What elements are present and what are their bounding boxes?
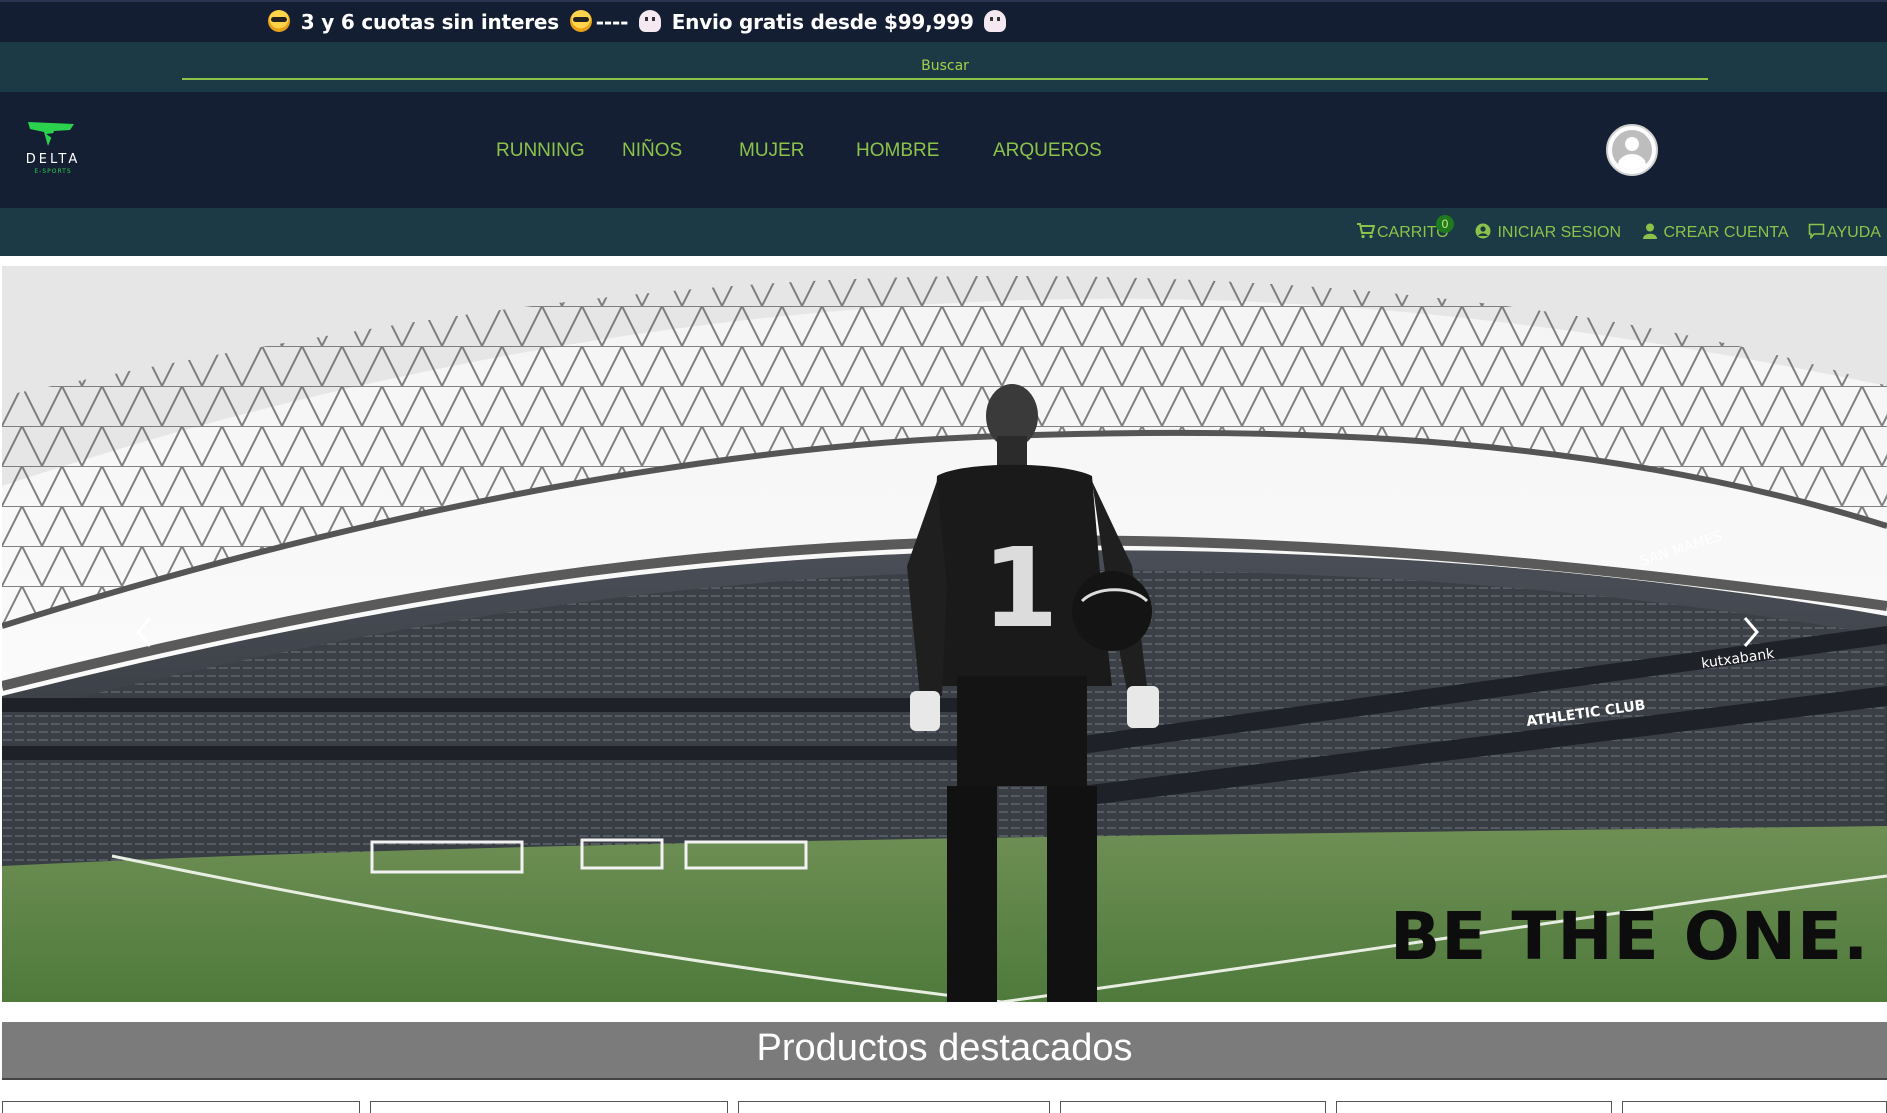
brand-name: DELTA — [25, 152, 81, 167]
search-input[interactable] — [182, 54, 1708, 80]
search-bar — [0, 42, 1887, 92]
promo-text: 3 y 6 cuotas sin interes ---- Envio grat… — [264, 10, 1010, 34]
nav-arqueros[interactable]: ARQUEROS — [993, 140, 1102, 162]
hero-slogan: BE THE ONE. — [1390, 898, 1870, 975]
nav-ninos[interactable]: NIÑOS — [622, 140, 682, 162]
delta-swoosh-icon — [28, 122, 74, 146]
carousel-next-button[interactable] — [1735, 612, 1765, 652]
main-nav: DELTA E-SPORTS RUNNING NIÑOS MUJER HOMBR… — [0, 92, 1887, 208]
cart-link[interactable]: CARRITO — [1357, 223, 1449, 242]
hero-carousel: kutxabank SAN MAMES ATHLETIC CLUB 1 BE T… — [2, 266, 1887, 1002]
promo-installments: 3 y 6 cuotas sin interes — [300, 10, 559, 34]
carousel-prev-button[interactable] — [130, 612, 160, 652]
product-card[interactable] — [1336, 1101, 1612, 1113]
login-link[interactable]: INICIAR SESION — [1475, 223, 1621, 242]
promo-separator: ---- — [595, 10, 629, 34]
promo-shipping: Envio gratis desde $99,999 — [671, 10, 974, 34]
comment-icon — [1808, 223, 1825, 240]
ghost-emoji-icon — [638, 10, 661, 32]
chevron-right-icon — [1743, 617, 1759, 647]
user-icon — [1643, 223, 1657, 239]
cart-icon — [1357, 223, 1376, 239]
product-card[interactable] — [738, 1101, 1050, 1113]
jersey-number: 1 — [982, 524, 1059, 652]
product-card[interactable] — [1060, 1101, 1326, 1113]
nav-mujer[interactable]: MUJER — [739, 140, 804, 162]
chevron-left-icon — [136, 617, 152, 647]
help-label: AYUDA — [1827, 224, 1881, 241]
user-avatar[interactable] — [1606, 124, 1658, 176]
featured-products-header: Productos destacados — [2, 1022, 1887, 1080]
brand-logo[interactable]: DELTA E-SPORTS — [18, 120, 88, 180]
nav-running[interactable]: RUNNING — [496, 140, 585, 162]
product-card[interactable] — [370, 1101, 728, 1113]
ghost-emoji-icon — [984, 10, 1007, 32]
promo-bar: 3 y 6 cuotas sin interes ---- Envio grat… — [0, 0, 1887, 42]
register-label: CREAR CUENTA — [1663, 224, 1789, 241]
user-silhouette-icon — [1612, 130, 1652, 170]
login-label: INICIAR SESION — [1497, 224, 1622, 241]
sunglasses-emoji-icon — [569, 10, 592, 32]
product-card[interactable] — [1622, 1101, 1887, 1113]
cart-count-badge: 0 — [1436, 215, 1454, 233]
help-link[interactable]: AYUDA — [1808, 223, 1881, 242]
featured-title: Productos destacados — [756, 1027, 1133, 1069]
stadium-goalkeeper-image: kutxabank SAN MAMES ATHLETIC CLUB 1 — [2, 266, 1887, 1002]
sunglasses-emoji-icon — [268, 10, 290, 32]
account-bar: CARRITO 0 INICIAR SESION CREAR CUENTA AY… — [0, 208, 1887, 256]
product-card[interactable] — [2, 1101, 360, 1113]
register-link[interactable]: CREAR CUENTA — [1643, 223, 1789, 242]
nav-hombre[interactable]: HOMBRE — [856, 140, 939, 162]
user-circle-icon — [1475, 223, 1491, 239]
brand-tagline: E-SPORTS — [34, 168, 72, 175]
